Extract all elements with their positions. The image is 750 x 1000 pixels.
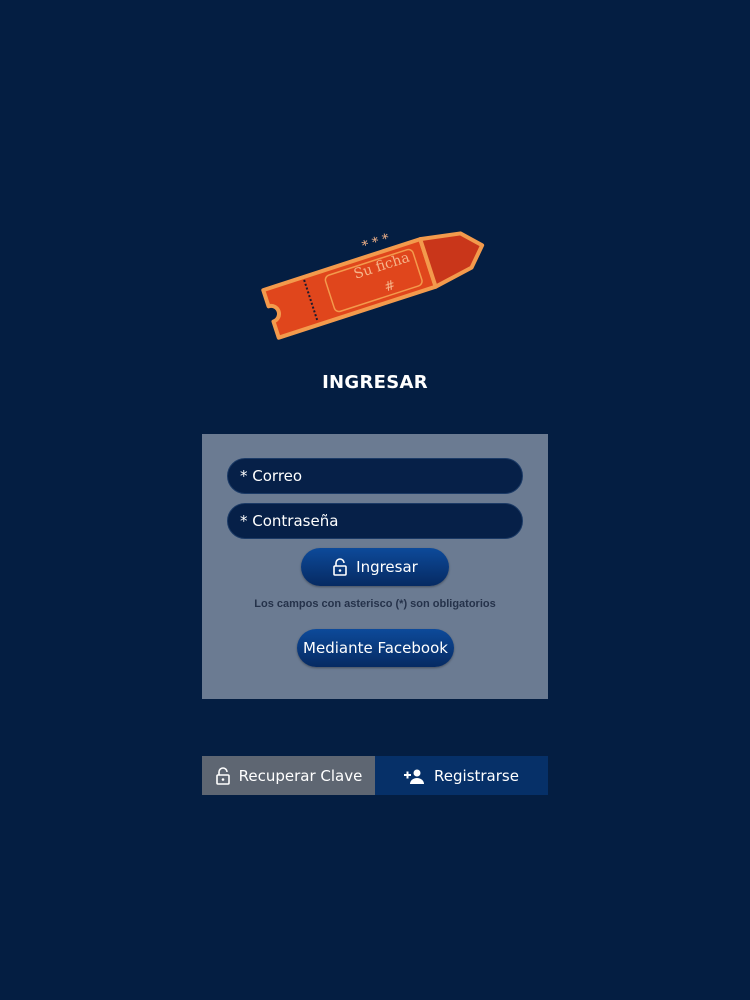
page-title: INGRESAR <box>322 372 428 393</box>
email-field[interactable] <box>227 458 523 494</box>
recover-password-label: Recuperar Clave <box>238 766 363 785</box>
ticket-logo: * * * Su ficha # <box>261 231 485 340</box>
register-label: Registrarse <box>434 766 519 785</box>
password-field[interactable] <box>227 503 523 539</box>
recover-password-button[interactable]: Recuperar Clave <box>202 756 375 795</box>
facebook-button-label: Mediante Facebook <box>303 639 448 657</box>
register-button[interactable]: Registrarse <box>375 756 548 795</box>
add-user-icon <box>404 768 426 784</box>
footer-actions: Recuperar Clave Registrarse <box>202 756 548 795</box>
login-panel: Ingresar Los campos con asterisco (*) so… <box>202 434 548 699</box>
required-fields-note: Los campos con asterisco (*) son obligat… <box>254 598 496 610</box>
lock-icon <box>215 766 231 785</box>
facebook-login-button[interactable]: Mediante Facebook <box>297 629 454 667</box>
login-button-label: Ingresar <box>356 558 418 576</box>
login-button[interactable]: Ingresar <box>301 548 449 586</box>
lock-icon <box>332 558 348 576</box>
